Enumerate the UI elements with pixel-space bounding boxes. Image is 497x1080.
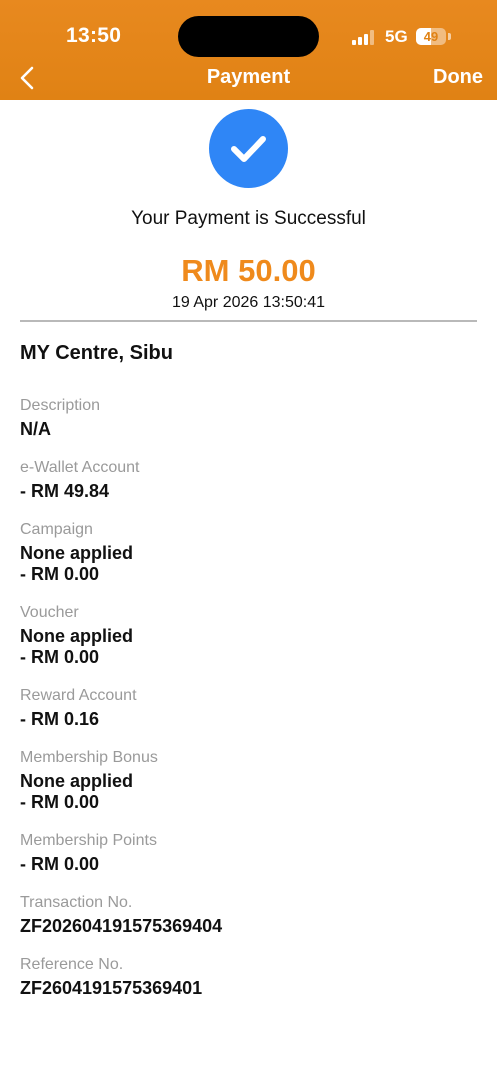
detail-value: - RM 0.00 [20,854,100,874]
detail-reference-no: Reference No. ZF2604191575369401 [20,955,480,999]
detail-amount: - RM 0.00 [20,564,100,584]
payment-datetime: 19 Apr 2026 13:50:41 [171,294,326,311]
detail-label: Reference No. [20,956,124,973]
header-bar: 13:50 5G 49 Payment Done [0,0,497,100]
detail-amount: - RM 0.00 [20,792,100,812]
detail-value: ZF2604191575369401 [20,978,203,998]
detail-voucher: Voucher None applied - RM 0.00 [20,603,480,668]
network-label: 5G [385,27,408,46]
detail-ewallet: e-Wallet Account - RM 49.84 [20,458,480,502]
detail-label: Transaction No. [20,894,133,911]
divider [20,320,477,322]
detail-value: N/A [20,419,51,439]
detail-value: None applied [20,626,134,646]
payment-details: Description N/A e-Wallet Account - RM 49… [20,396,480,1017]
detail-transaction-no: Transaction No. ZF202604191575369404 [20,893,480,937]
signal-icon [352,30,378,45]
success-badge [209,109,288,188]
detail-value: None applied [20,543,134,563]
detail-membership-points: Membership Points - RM 0.00 [20,831,480,875]
status-time: 13:50 [66,24,122,47]
battery-level: 49 [423,29,439,44]
detail-value: None applied [20,771,134,791]
battery-icon: 49 [416,28,446,45]
detail-campaign: Campaign None applied - RM 0.00 [20,520,480,585]
detail-value: - RM 0.16 [20,709,100,729]
detail-reward-account: Reward Account - RM 0.16 [20,686,480,730]
battery-nub [448,33,451,40]
detail-label: e-Wallet Account [20,459,140,476]
dynamic-island [178,16,319,57]
done-button[interactable]: Done [433,66,483,89]
detail-label: Membership Bonus [20,749,158,766]
detail-membership-bonus: Membership Bonus None applied - RM 0.00 [20,748,480,813]
detail-amount: - RM 0.00 [20,647,100,667]
detail-value: ZF202604191575369404 [20,916,223,936]
payment-screen: 13:50 5G 49 Payment Done Your Payment is… [0,0,497,1080]
detail-description: Description N/A [20,396,480,440]
detail-label: Voucher [20,604,79,621]
check-icon [231,136,266,162]
success-message: Your Payment is Successful [131,208,366,229]
detail-value: - RM 49.84 [20,481,110,501]
merchant-name: MY Centre, Sibu [20,342,173,364]
payment-amount: RM 50.00 [181,253,316,288]
detail-label: Reward Account [20,687,137,704]
detail-label: Membership Points [20,832,157,849]
detail-label: Description [20,397,101,414]
detail-label: Campaign [20,521,93,538]
page-title: Payment [206,66,291,88]
